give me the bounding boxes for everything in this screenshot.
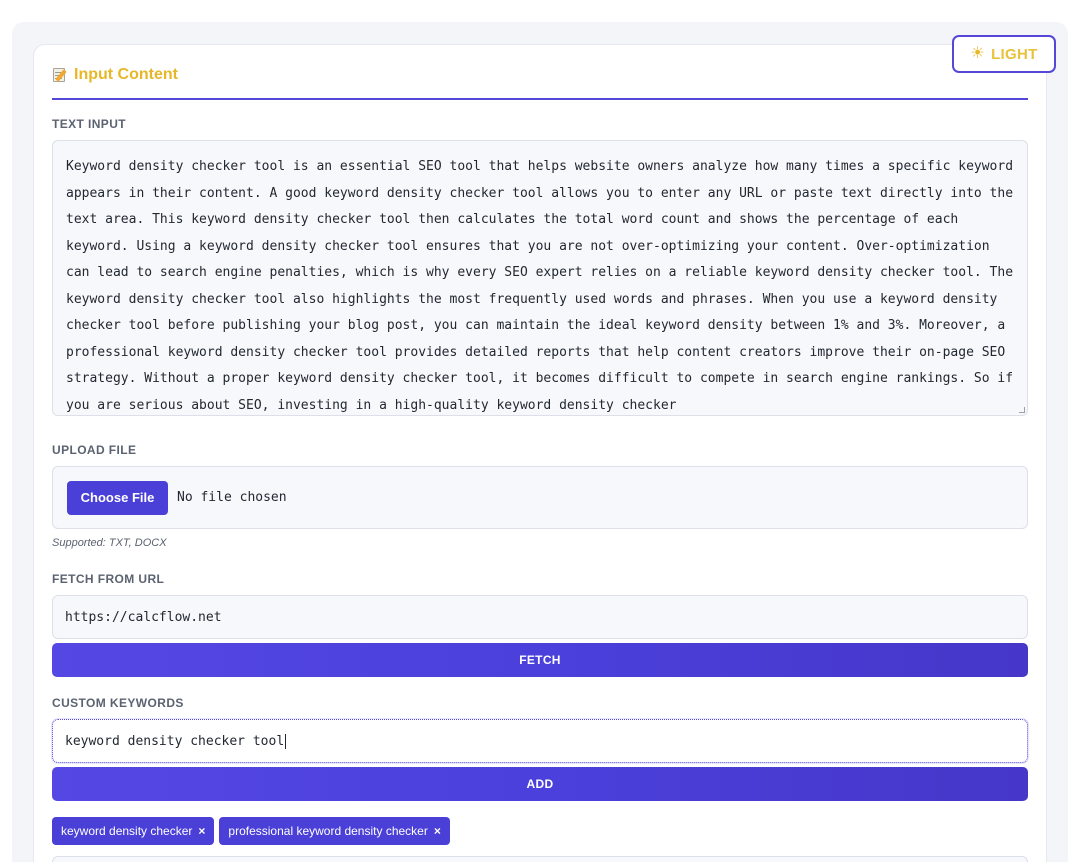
fetch-button[interactable]: FETCH	[52, 643, 1028, 677]
close-icon[interactable]: ×	[434, 824, 441, 838]
keyword-chip-list: keyword density checker × professional k…	[52, 817, 450, 845]
keyword-chip-label: keyword density checker	[61, 824, 193, 838]
section-title: Input Content	[52, 64, 178, 86]
theme-toggle-button[interactable]: ☀ LIGHT	[952, 35, 1056, 73]
keyword-chip[interactable]: keyword density checker ×	[52, 817, 215, 845]
text-input-label: TEXT INPUT	[52, 117, 127, 131]
text-caret	[285, 733, 287, 749]
resize-handle[interactable]	[1019, 407, 1025, 413]
supported-formats-hint: Supported: TXT, DOCX	[52, 537, 167, 549]
section-title-text: Input Content	[74, 66, 178, 83]
next-field[interactable]	[52, 856, 1028, 862]
file-status: No file chosen	[177, 490, 287, 505]
text-input-area[interactable]: Keyword density checker tool is an essen…	[52, 140, 1028, 416]
text-input-value: Keyword density checker tool is an essen…	[66, 159, 1014, 413]
url-input-value: https://calcflow.net	[65, 609, 222, 625]
memo-icon	[52, 67, 68, 83]
theme-toggle-label: LIGHT	[991, 45, 1038, 63]
upload-file-label: UPLOAD FILE	[52, 443, 137, 457]
close-icon[interactable]: ×	[198, 824, 205, 838]
choose-file-button[interactable]: Choose File	[67, 480, 168, 515]
file-upload-field[interactable]: Choose File No file chosen	[52, 466, 1028, 529]
add-keyword-button[interactable]: ADD	[52, 767, 1028, 801]
keyword-input[interactable]: keyword density checker tool	[52, 719, 1028, 763]
keyword-chip-label: professional keyword density checker	[228, 824, 428, 838]
keyword-chip[interactable]: professional keyword density checker ×	[219, 817, 450, 845]
keyword-input-value: keyword density checker tool	[65, 733, 285, 749]
fetch-url-label: FETCH FROM URL	[52, 572, 165, 586]
title-divider	[52, 98, 1028, 100]
sun-icon: ☀	[970, 45, 986, 62]
url-input[interactable]: https://calcflow.net	[52, 595, 1028, 639]
custom-keywords-label: CUSTOM KEYWORDS	[52, 696, 184, 710]
